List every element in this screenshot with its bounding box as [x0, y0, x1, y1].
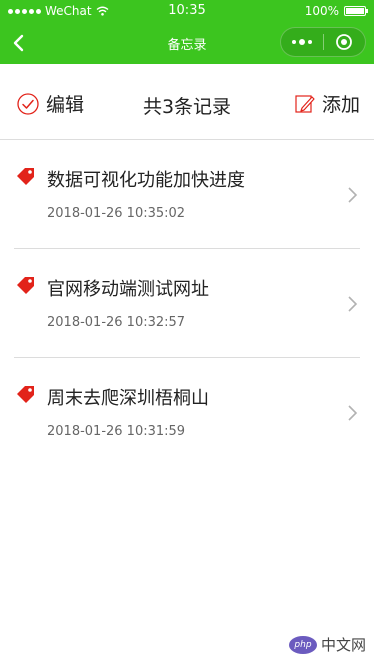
memo-list: 数据可视化功能加快进度 2018-01-26 10:35:02 官网移动端测试网…: [0, 140, 374, 467]
nav-bar: 备忘录: [0, 22, 374, 64]
battery-icon: [344, 6, 368, 16]
chevron-right-icon: [348, 296, 358, 312]
memo-title: 数据可视化功能加快进度: [47, 170, 245, 191]
add-button[interactable]: 添加: [294, 90, 360, 117]
chevron-right-icon: [348, 405, 358, 421]
chevron-right-icon: [348, 187, 358, 203]
battery-percent: 100%: [304, 4, 339, 18]
memo-title: 周末去爬深圳梧桐山: [47, 388, 209, 409]
memo-time: 2018-01-26 10:31:59: [47, 424, 186, 439]
add-label: 添加: [321, 94, 360, 116]
tag-icon: [17, 277, 34, 294]
close-circle-icon[interactable]: [323, 28, 365, 56]
status-right: 100%: [304, 4, 368, 18]
tag-icon: [17, 386, 34, 403]
tag-icon: [17, 168, 34, 185]
watermark: php 中文网: [288, 634, 366, 655]
header-bar: WeChat 10:35 100% 备忘录: [0, 0, 374, 64]
memo-title: 官网移动端测试网址: [47, 279, 209, 300]
list-item[interactable]: 官网移动端测试网址 2018-01-26 10:32:57: [14, 249, 360, 358]
memo-time: 2018-01-26 10:35:02: [47, 206, 186, 221]
php-logo: php: [288, 635, 317, 654]
toolbar: 编辑 共3条记录 添加: [0, 64, 374, 140]
list-item[interactable]: 周末去爬深圳梧桐山 2018-01-26 10:31:59: [14, 358, 360, 467]
capsule-menu: [280, 27, 366, 57]
status-bar: WeChat 10:35 100%: [0, 0, 374, 22]
watermark-text: 中文网: [320, 636, 366, 654]
memo-time: 2018-01-26 10:32:57: [47, 315, 186, 330]
more-dots-icon[interactable]: [281, 28, 323, 56]
edit-pencil-icon: [295, 94, 315, 113]
list-item[interactable]: 数据可视化功能加快进度 2018-01-26 10:35:02: [14, 140, 360, 249]
